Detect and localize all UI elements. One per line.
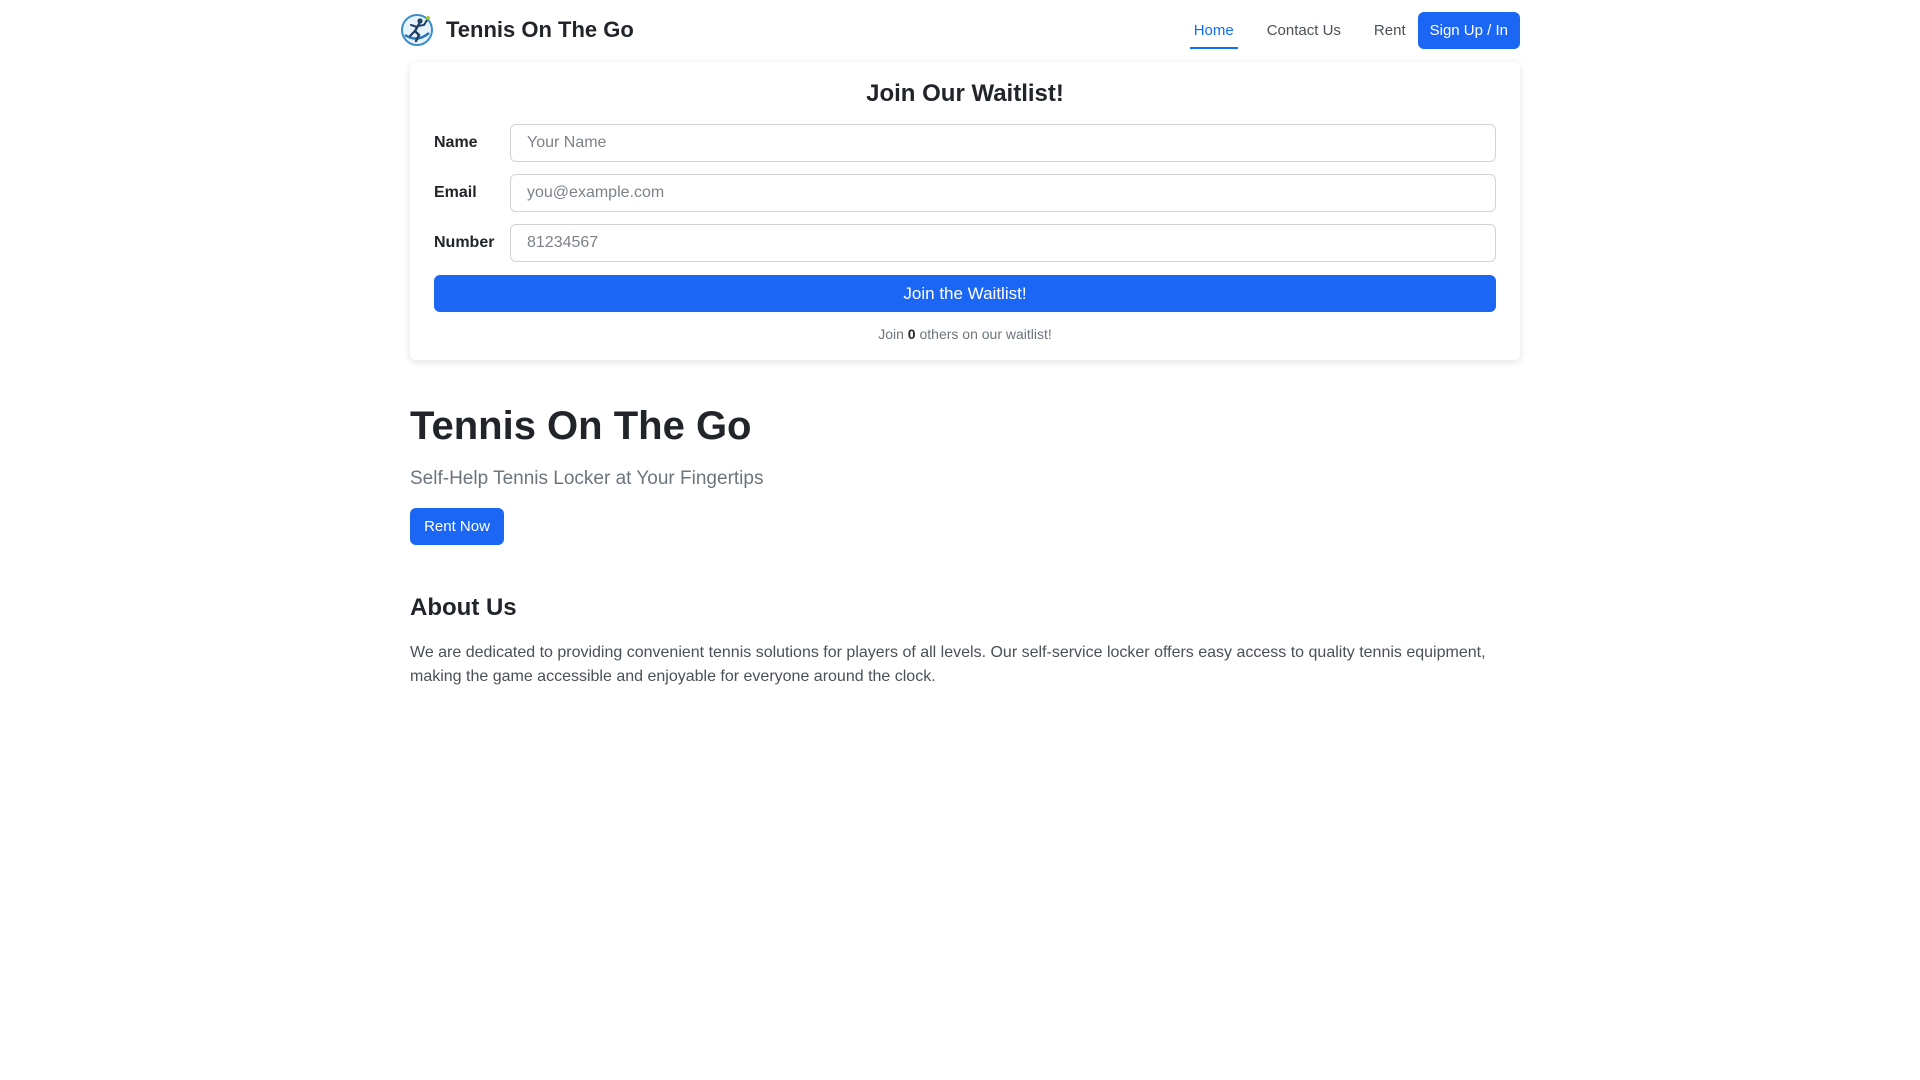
name-row: Name [434,124,1496,162]
rent-now-button[interactable]: Rent Now [410,508,504,545]
about-title: About Us [410,594,517,621]
name-input[interactable] [510,124,1496,162]
number-input[interactable] [510,224,1496,262]
brand-name: Tennis On The Go [446,17,634,42]
waitlist-count: 0 [907,326,916,342]
tennis-player-icon [401,14,433,46]
number-label: Number [434,234,495,251]
waitlist-card: Join Our Waitlist! Name Email Number Joi… [410,62,1520,360]
email-input[interactable] [510,174,1496,212]
join-waitlist-button[interactable]: Join the Waitlist! [434,275,1496,312]
hero-subtitle: Self-Help Tennis Locker at Your Fingerti… [410,468,764,489]
about-text: We are dedicated to providing convenient… [410,644,1486,685]
hero-title: Tennis On The Go [410,404,752,448]
brand[interactable]: Tennis On The Go [400,12,634,48]
number-row: Number [434,224,1496,262]
nav-link-rent[interactable]: Rent [1370,12,1410,49]
nav-link-contact-us[interactable]: Contact Us [1263,12,1345,49]
waitlist-count-note: Join 0 others on our waitlist! [410,326,1520,342]
main-nav: Home Contact Us Rent Sign Up / In [1189,12,1520,49]
waitlist-title: Join Our Waitlist! [866,80,1064,107]
sign-up-in-button[interactable]: Sign Up / In [1417,12,1520,49]
waitlist-note-suffix: others on our waitlist! [919,326,1052,342]
email-label: Email [434,184,477,201]
email-row: Email [434,174,1496,212]
navbar: Tennis On The Go Home Contact Us Rent Si… [0,0,1920,60]
nav-link-home[interactable]: Home [1189,12,1238,49]
name-label: Name [434,134,478,151]
waitlist-note-prefix: Join [878,326,904,342]
